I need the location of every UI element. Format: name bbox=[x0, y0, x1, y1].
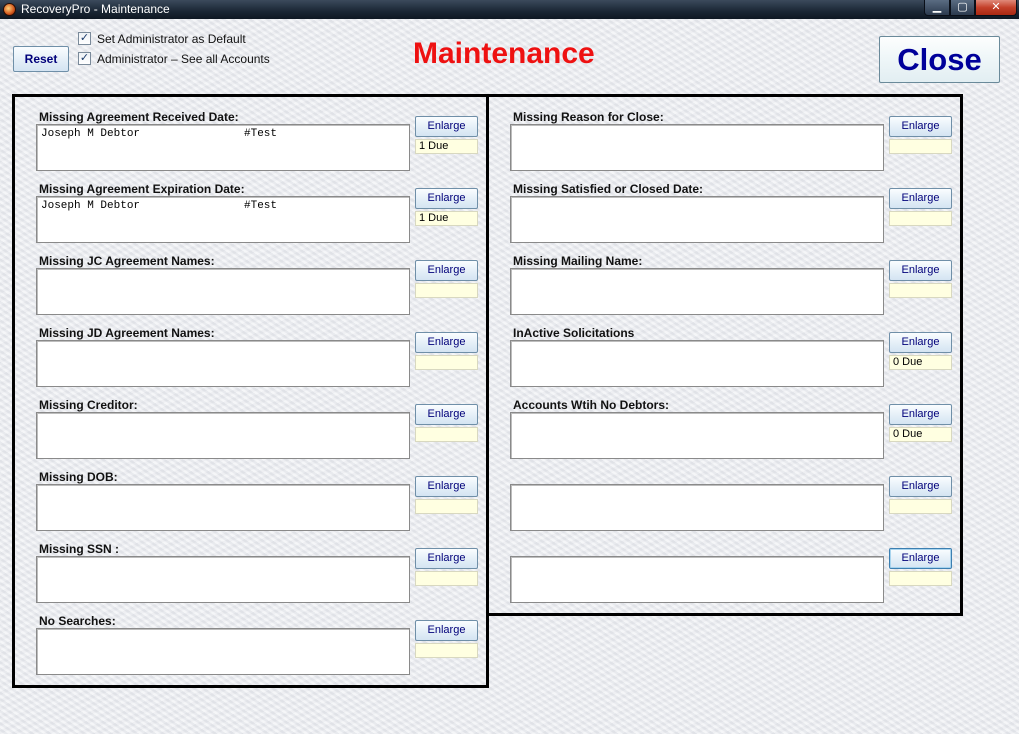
right-panel-list[interactable] bbox=[510, 196, 884, 243]
due-count bbox=[889, 283, 952, 298]
left-panel-label: No Searches: bbox=[39, 614, 116, 628]
left-panel-list[interactable] bbox=[36, 556, 410, 603]
due-count bbox=[889, 571, 952, 586]
left-panel-label: Missing SSN : bbox=[39, 542, 120, 556]
minimize-button[interactable]: ▁ bbox=[924, 0, 950, 16]
due-count bbox=[415, 283, 478, 298]
list-item[interactable]: Joseph M Debtor #Test bbox=[41, 128, 405, 141]
enlarge-button[interactable]: Enlarge bbox=[889, 404, 952, 425]
set-admin-default-label: Set Administrator as Default bbox=[97, 32, 246, 46]
right-panel-list[interactable] bbox=[510, 556, 884, 603]
left-panel-list[interactable] bbox=[36, 340, 410, 387]
left-panel-list[interactable]: Joseph M Debtor #Test bbox=[36, 124, 410, 171]
enlarge-button[interactable]: Enlarge bbox=[415, 188, 478, 209]
due-count bbox=[415, 355, 478, 370]
right-panel-list[interactable] bbox=[510, 412, 884, 459]
enlarge-button[interactable]: Enlarge bbox=[415, 260, 478, 281]
due-count: 1 Due bbox=[415, 139, 478, 154]
due-count: 0 Due bbox=[889, 355, 952, 370]
enlarge-button[interactable]: Enlarge bbox=[415, 476, 478, 497]
enlarge-button[interactable]: Enlarge bbox=[889, 332, 952, 353]
title-bar[interactable]: RecoveryPro - Maintenance ▁ ▢ ✕ bbox=[0, 0, 1019, 19]
right-panel-label: Missing Reason for Close: bbox=[513, 110, 664, 124]
left-panel-list[interactable] bbox=[36, 628, 410, 675]
enlarge-button[interactable]: Enlarge bbox=[415, 620, 478, 641]
enlarge-button[interactable]: Enlarge bbox=[889, 476, 952, 497]
left-panel-label: Missing JD Agreement Names: bbox=[39, 326, 215, 340]
account-ref: #Test bbox=[244, 200, 278, 212]
enlarge-button[interactable]: Enlarge bbox=[415, 332, 478, 353]
enlarge-button[interactable]: Enlarge bbox=[889, 548, 952, 569]
due-count bbox=[415, 427, 478, 442]
left-panel-list[interactable] bbox=[36, 268, 410, 315]
right-panel-list[interactable] bbox=[510, 268, 884, 315]
left-panel-list[interactable]: Joseph M Debtor #Test bbox=[36, 196, 410, 243]
debtor-name: Joseph M Debtor bbox=[41, 128, 141, 140]
page-title: Maintenance bbox=[413, 37, 595, 70]
maximize-button[interactable]: ▢ bbox=[950, 0, 975, 16]
due-count: 0 Due bbox=[889, 427, 952, 442]
enlarge-button[interactable]: Enlarge bbox=[415, 404, 478, 425]
right-panel-label: InActive Solicitations bbox=[513, 326, 635, 340]
right-panel-list[interactable] bbox=[510, 484, 884, 531]
window-controls: ▁ ▢ ✕ bbox=[924, 0, 1017, 17]
set-admin-default-checkbox[interactable]: ✓ bbox=[78, 32, 91, 45]
left-panel-list[interactable] bbox=[36, 412, 410, 459]
left-panel-list[interactable] bbox=[36, 484, 410, 531]
admin-see-all-checkbox[interactable]: ✓ bbox=[78, 52, 91, 65]
right-panel-label: Accounts Wtih No Debtors: bbox=[513, 398, 669, 412]
right-panel-label: Missing Mailing Name: bbox=[513, 254, 643, 268]
enlarge-button[interactable]: Enlarge bbox=[889, 260, 952, 281]
due-count bbox=[889, 499, 952, 514]
left-panel-label: Missing DOB: bbox=[39, 470, 118, 484]
left-panel-label: Missing Creditor: bbox=[39, 398, 138, 412]
enlarge-button[interactable]: Enlarge bbox=[889, 116, 952, 137]
due-count: 1 Due bbox=[415, 211, 478, 226]
app-icon bbox=[3, 3, 16, 16]
right-panel-list[interactable] bbox=[510, 340, 884, 387]
due-count bbox=[889, 211, 952, 226]
left-panel-label: Missing Agreement Expiration Date: bbox=[39, 182, 245, 196]
due-count bbox=[415, 571, 478, 586]
due-count bbox=[415, 643, 478, 658]
right-panel-list[interactable] bbox=[510, 124, 884, 171]
list-item[interactable]: Joseph M Debtor #Test bbox=[41, 200, 405, 213]
close-button[interactable]: Close bbox=[879, 36, 1000, 83]
enlarge-button[interactable]: Enlarge bbox=[415, 116, 478, 137]
debtor-name: Joseph M Debtor bbox=[41, 200, 141, 212]
window-close-button[interactable]: ✕ bbox=[975, 0, 1017, 16]
admin-see-all-label: Administrator – See all Accounts bbox=[97, 52, 270, 66]
due-count bbox=[415, 499, 478, 514]
account-ref: #Test bbox=[244, 128, 278, 140]
right-panel-label: Missing Satisfied or Closed Date: bbox=[513, 182, 704, 196]
enlarge-button[interactable]: Enlarge bbox=[889, 188, 952, 209]
enlarge-button[interactable]: Enlarge bbox=[415, 548, 478, 569]
left-panel-label: Missing JC Agreement Names: bbox=[39, 254, 215, 268]
due-count bbox=[889, 139, 952, 154]
window-title: RecoveryPro - Maintenance bbox=[21, 2, 170, 16]
left-panel-label: Missing Agreement Received Date: bbox=[39, 110, 239, 124]
reset-button[interactable]: Reset bbox=[13, 46, 69, 72]
